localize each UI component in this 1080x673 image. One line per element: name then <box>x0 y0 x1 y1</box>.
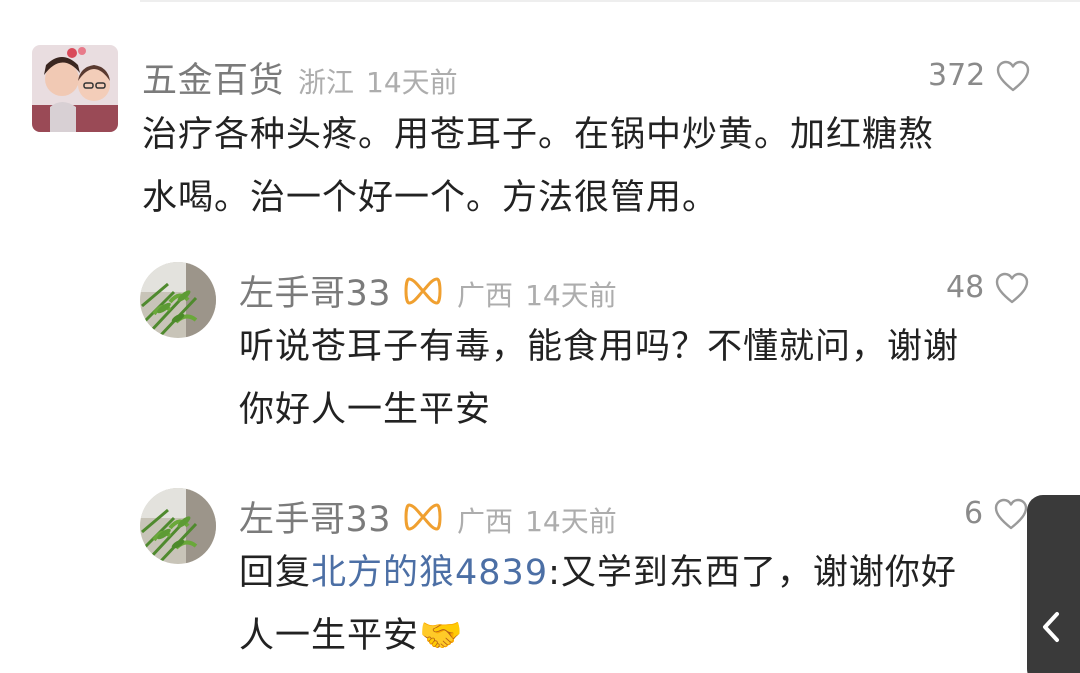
handshake-emoji: 🤝 <box>419 616 464 656</box>
avatar[interactable] <box>32 45 118 132</box>
reply-prefix: 回复 <box>239 553 312 593</box>
comment-text-line: 人一生平安🤝 <box>239 616 464 656</box>
region-label: 广西 <box>457 505 514 538</box>
timestamp: 14天前 <box>525 279 617 312</box>
divider <box>140 0 1080 2</box>
timestamp: 14天前 <box>525 505 617 538</box>
like-button[interactable]: 6 <box>964 496 1029 531</box>
like-button[interactable]: 48 <box>946 270 1030 305</box>
heart-outline-icon <box>995 272 1029 303</box>
region-label: 浙江 <box>298 66 355 99</box>
like-count: 48 <box>946 270 985 305</box>
heart-outline-icon <box>994 498 1028 529</box>
comment-text: 听说苍耳子有毒，能食用吗？不懂就问，谢谢 你好人一生平安 <box>239 316 959 442</box>
like-count: 6 <box>964 496 984 531</box>
comment-header: 左手哥33 广西 14天前 <box>239 491 617 542</box>
like-count: 372 <box>928 58 986 93</box>
comment-text-line: 水喝。治一个好一个。方法很管用。 <box>142 178 719 218</box>
comment-text-line: 回复北方的狼4839:又学到东西了，谢谢你好 <box>239 542 1039 605</box>
heart-outline-icon <box>997 60 1030 91</box>
like-button[interactable]: 372 <box>928 58 1031 93</box>
reply-target-link[interactable]: 北方的狼4839 <box>311 553 548 593</box>
avatar[interactable] <box>140 262 216 338</box>
username[interactable]: 左手哥33 <box>239 491 391 542</box>
reply-text: :又学到东西了，谢谢你好 <box>548 553 957 593</box>
collapse-side-button[interactable] <box>1027 495 1080 673</box>
comment-thread: 五金百货 浙江 14天前 372 治疗各种头疼。用苍耳子。在锅中炒黄。加红糖熬 … <box>0 0 1080 673</box>
chevron-left-icon <box>1043 612 1059 642</box>
infinity-badge-icon <box>404 277 442 304</box>
comment-text: 回复北方的狼4839:又学到东西了，谢谢你好 人一生平安🤝 <box>239 542 1039 668</box>
username[interactable]: 五金百货 <box>142 52 284 103</box>
comment-text-line: 治疗各种头疼。用苍耳子。在锅中炒黄。加红糖熬 <box>142 115 935 155</box>
username[interactable]: 左手哥33 <box>239 265 391 316</box>
comment-header: 五金百货 浙江 14天前 <box>142 52 458 103</box>
comment-text-line: 听说苍耳子有毒，能食用吗？不懂就问，谢谢 <box>239 327 960 367</box>
infinity-badge-icon <box>404 503 442 530</box>
timestamp: 14天前 <box>366 66 458 99</box>
comment-header: 左手哥33 广西 14天前 <box>239 265 617 316</box>
avatar[interactable] <box>140 488 216 564</box>
region-label: 广西 <box>457 279 514 312</box>
comment-text-line: 你好人一生平安 <box>239 390 492 430</box>
comment-text: 治疗各种头疼。用苍耳子。在锅中炒黄。加红糖熬 水喝。治一个好一个。方法很管用。 <box>142 104 934 230</box>
